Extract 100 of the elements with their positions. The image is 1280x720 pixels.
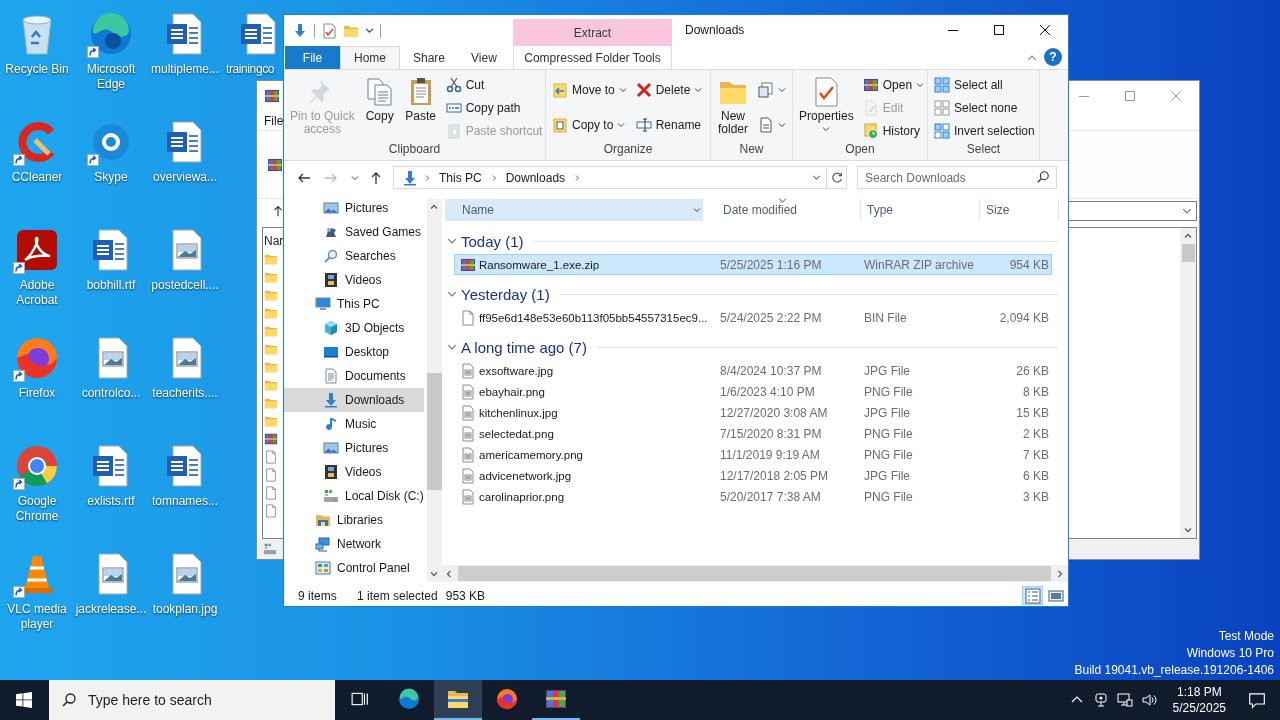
search-icon: [61, 692, 77, 708]
ribbon-button[interactable]: Cut: [442, 73, 546, 96]
ribbon-button[interactable]: Delete: [632, 79, 706, 102]
invert-selection-icon: [934, 122, 950, 139]
caret-icon[interactable]: [365, 26, 374, 35]
file-row[interactable]: americamemory.png 11/1/2019 9:19 AM PNG File 7 KB: [454, 444, 1052, 465]
up-arrow-icon[interactable]: [271, 204, 285, 218]
search-icon: [1036, 170, 1050, 184]
breadcrumb[interactable]: This PC: [436, 170, 485, 185]
nav-item[interactable]: This PC: [284, 292, 424, 316]
nav-item[interactable]: Pictures: [284, 196, 424, 220]
group-label: New: [738, 142, 765, 158]
device-icon[interactable]: [1092, 692, 1109, 708]
file-row[interactable]: kitchenlinux.jpg 12/27/2020 3:08 AM JPG File 15 KB: [454, 402, 1052, 423]
scrollbar-thumb[interactable]: [1181, 244, 1195, 262]
ribbon-button[interactable]: Invert selection: [931, 119, 1038, 142]
column-header[interactable]: Size: [980, 199, 1059, 221]
file-name: Ransomware_1.exe.zip: [479, 258, 600, 271]
ribbon-button[interactable]: Properties: [796, 73, 857, 133]
nav-item[interactable]: Network: [284, 532, 424, 556]
help-button[interactable]: ?: [1044, 48, 1062, 66]
shortcut-arrow-icon: [87, 46, 99, 58]
nav-item[interactable]: Downloads: [284, 388, 424, 412]
speaker-icon[interactable]: [1140, 692, 1157, 708]
nav-item[interactable]: Documents: [284, 364, 424, 388]
ribbon-button[interactable]: History: [859, 119, 928, 142]
column-header[interactable]: Date modified: [703, 199, 861, 221]
new-item-icon: [758, 82, 774, 99]
column-header[interactable]: Nar: [264, 232, 284, 250]
ribbon-button[interactable]: Rename: [632, 113, 706, 136]
history-icon: [862, 122, 879, 139]
file-name: selectedat.png: [479, 427, 554, 440]
group-header[interactable]: A long time ago (7): [447, 338, 587, 356]
file-row[interactable]: Ransomware_1.exe.zip 5/25/2025 1:16 PM WinRAR ZIP archive 954 KB: [454, 254, 1052, 275]
search-field[interactable]: Type here to search: [49, 680, 335, 720]
download-arrow-icon[interactable]: [292, 22, 308, 39]
date-modified-cell-text: 8/4/2024 10:37 PM: [719, 363, 823, 378]
network-icon[interactable]: [1116, 692, 1133, 708]
rename-icon: [635, 116, 652, 133]
caret-icon: [778, 120, 786, 129]
ribbon-button[interactable]: Open: [859, 73, 928, 96]
tab[interactable]: Home: [340, 46, 400, 69]
ribbon-button[interactable]: Select none: [931, 96, 1038, 119]
file-row[interactable]: ff95e6d148e53e60b113f05bb54557315ec9... 5/24/2025 2:22 PM BIN File 2,094 KB: [454, 307, 1052, 328]
clock-date: 5/25/2025: [1172, 700, 1226, 716]
path-field[interactable]: [1069, 201, 1197, 221]
ribbon-button[interactable]: Paste: [401, 73, 440, 123]
tab[interactable]: Share: [400, 46, 459, 69]
ribbon-button[interactable]: Select all: [931, 73, 1038, 96]
file-icon: [264, 468, 278, 482]
type-cell-text: JPG File: [863, 405, 911, 420]
group-label: Select: [965, 142, 1002, 158]
scroll-up-icon: [1184, 232, 1192, 240]
group-header[interactable]: Today (1): [447, 232, 524, 250]
scrollbar-thumb[interactable]: [458, 566, 1051, 581]
file-row[interactable]: selectedat.png 7/15/2020 8:31 PM PNG File 2 KB: [454, 423, 1052, 444]
ribbon-button[interactable]: Copy path: [442, 96, 546, 119]
menu-item[interactable]: File: [264, 113, 284, 128]
tab[interactable]: Compressed Folder Tools: [513, 46, 672, 69]
nav-item[interactable]: Desktop: [284, 340, 424, 364]
nav-item[interactable]: Videos: [284, 460, 424, 484]
file-row[interactable]: ebayhair.png 1/6/2023 4:10 PM PNG File 8 KB: [454, 381, 1052, 402]
properties-icon[interactable]: [321, 22, 337, 39]
nav-item[interactable]: Searches: [284, 244, 424, 268]
column-header[interactable]: Name: [445, 199, 703, 221]
search-field[interactable]: Search Downloads: [857, 166, 1057, 189]
ribbon-button[interactable]: New folder: [714, 73, 752, 136]
address-bar[interactable]: This PC Downloads: [393, 166, 827, 189]
ribbon-button[interactable]: Copy: [360, 73, 399, 123]
view-button[interactable]: [1022, 586, 1043, 605]
tab[interactable]: View: [458, 46, 510, 69]
select-none-icon: [934, 99, 950, 116]
breadcrumb[interactable]: Downloads: [502, 170, 569, 185]
paste-shortcut-icon: [445, 122, 462, 139]
drive-icon: [263, 542, 277, 556]
column-header[interactable]: Type: [861, 199, 980, 221]
nav-item[interactable]: Pictures: [284, 436, 424, 460]
tab[interactable]: File: [285, 46, 340, 69]
chevron-icon: [447, 289, 457, 299]
archive-icon[interactable]: [267, 156, 283, 173]
nav-item[interactable]: Control Panel: [284, 556, 424, 580]
ribbon-button[interactable]: Move to: [549, 79, 630, 102]
nav-item[interactable]: Local Disk (C:): [284, 484, 424, 508]
ribbon-button[interactable]: Copy to: [549, 113, 630, 136]
taskbar-app[interactable]: [434, 680, 482, 720]
image-file-icon: [460, 446, 476, 463]
caret-icon: [694, 86, 703, 95]
nav-item[interactable]: Music: [284, 412, 424, 436]
file-row[interactable]: advicenetwork.jpg 12/17/2018 2:05 PM JPG File 6 KB: [454, 465, 1052, 486]
details-view-icon: [1024, 587, 1041, 604]
file-row[interactable]: carolinaprior.png 5/20/2017 7:38 AM PNG File 3 KB: [454, 486, 1052, 507]
drive-icon: [323, 488, 339, 504]
scrollbar-thumb[interactable]: [426, 373, 442, 490]
refresh-button[interactable]: [827, 166, 847, 189]
nav-item[interactable]: 3D Objects: [284, 316, 424, 340]
file-row[interactable]: exsoftware.jpg 8/4/2024 10:37 PM JPG File 26 KB: [454, 360, 1052, 381]
nav-item[interactable]: Libraries: [284, 508, 424, 532]
group-header[interactable]: Yesterday (1): [447, 285, 550, 303]
nav-item[interactable]: Saved Games: [284, 220, 424, 244]
nav-item[interactable]: Videos: [284, 268, 424, 292]
